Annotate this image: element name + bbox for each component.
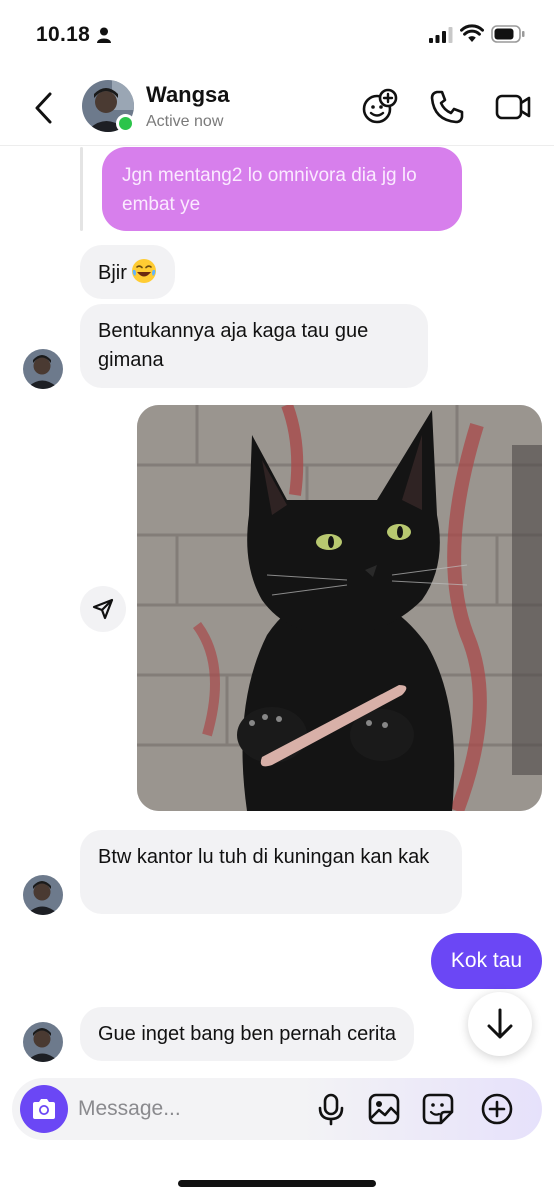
call-icon[interactable] (428, 88, 466, 126)
plus-icon[interactable] (480, 1092, 514, 1126)
sticker-icon[interactable] (421, 1092, 455, 1126)
incoming-message[interactable]: Btw kantor lu tuh di kuningan kan kak (80, 830, 462, 914)
gallery-icon[interactable] (367, 1092, 401, 1126)
incoming-message[interactable]: Bentukannya aja kaga tau gue gimana (80, 304, 428, 388)
camera-icon (33, 1099, 55, 1119)
mic-icon[interactable] (314, 1092, 348, 1126)
chat-header: Wangsa Active now (0, 70, 554, 146)
message-text: Bjir (98, 262, 127, 284)
status-time: 10.18 (36, 23, 91, 46)
message-input[interactable] (78, 1092, 298, 1126)
signal-icon (429, 27, 453, 43)
sender-avatar[interactable] (23, 1022, 63, 1062)
incoming-message[interactable]: Gue inget bang ben pernah cerita (80, 1007, 414, 1061)
contact-status: Active now (146, 113, 224, 130)
incoming-message[interactable]: Bjir (80, 245, 175, 299)
camera-button[interactable] (20, 1085, 68, 1133)
arrow-down-icon (487, 1008, 513, 1039)
online-indicator (116, 114, 135, 133)
video-icon[interactable] (494, 88, 532, 126)
message-thread[interactable]: Jgn mentang2 lo omnivora dia jg lo embat… (0, 147, 554, 1072)
back-icon[interactable] (30, 90, 60, 126)
effects-icon[interactable] (360, 88, 398, 126)
outgoing-message[interactable]: Kok tau (431, 933, 542, 989)
message-composer (12, 1078, 542, 1140)
scroll-to-bottom-button[interactable] (468, 992, 532, 1056)
shared-image-black-cat[interactable] (137, 405, 542, 811)
laughing-emoji-icon (131, 259, 156, 283)
reply-indicator-line (80, 147, 83, 231)
person-icon (97, 27, 111, 43)
battery-icon (491, 25, 525, 43)
sender-avatar[interactable] (23, 875, 63, 915)
quoted-message[interactable]: Jgn mentang2 lo omnivora dia jg lo embat… (102, 147, 462, 231)
status-bar: 10.18 (0, 0, 554, 70)
share-button[interactable] (80, 586, 126, 632)
contact-name[interactable]: Wangsa (146, 82, 230, 108)
home-indicator[interactable] (178, 1180, 376, 1187)
sender-avatar[interactable] (23, 349, 63, 389)
share-icon (92, 598, 114, 620)
wifi-icon (460, 24, 484, 42)
